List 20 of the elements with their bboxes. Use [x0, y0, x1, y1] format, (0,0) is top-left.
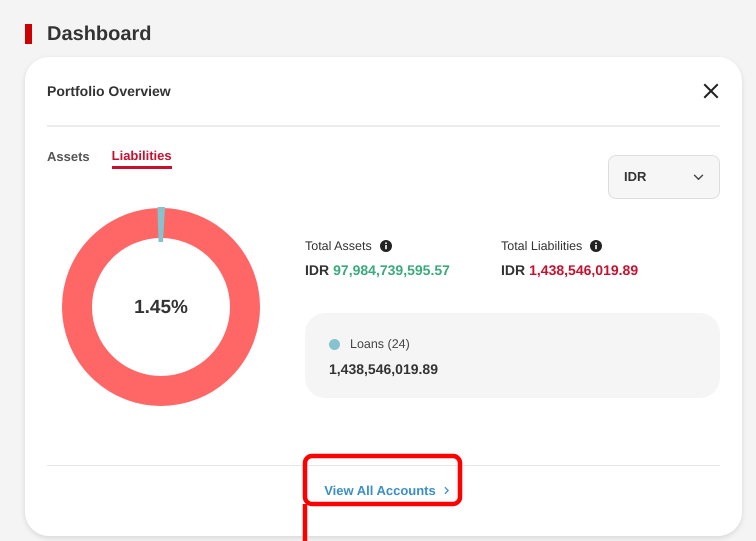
total-label: Total Liabilities — [501, 238, 582, 255]
tab[interactable]: Liabilities — [112, 147, 172, 169]
chevron-right-icon — [444, 486, 449, 496]
currency-code: IDR — [305, 260, 330, 280]
info-icon[interactable] — [590, 240, 602, 252]
chevron-down-icon — [693, 174, 704, 180]
donut-percentage: 1.45% — [133, 296, 189, 320]
currency-code: IDR — [501, 260, 526, 280]
category-label: Loans (24) — [350, 336, 410, 353]
total-amount: 1,438,546,019.89 — [529, 260, 638, 280]
close-icon[interactable] — [702, 82, 720, 100]
card-title: Portfolio Overview — [47, 82, 171, 100]
tab[interactable]: Assets — [47, 147, 90, 169]
title-accent-bar — [25, 24, 32, 44]
category-amount: 1,438,546,019.89 — [329, 360, 439, 378]
info-icon[interactable] — [380, 240, 392, 252]
currency-dropdown[interactable]: IDR — [608, 155, 720, 199]
total-amount: 97,984,739,595.57 — [333, 260, 450, 280]
page-title: Dashboard — [47, 22, 152, 47]
total-label: Total Assets — [305, 238, 372, 255]
